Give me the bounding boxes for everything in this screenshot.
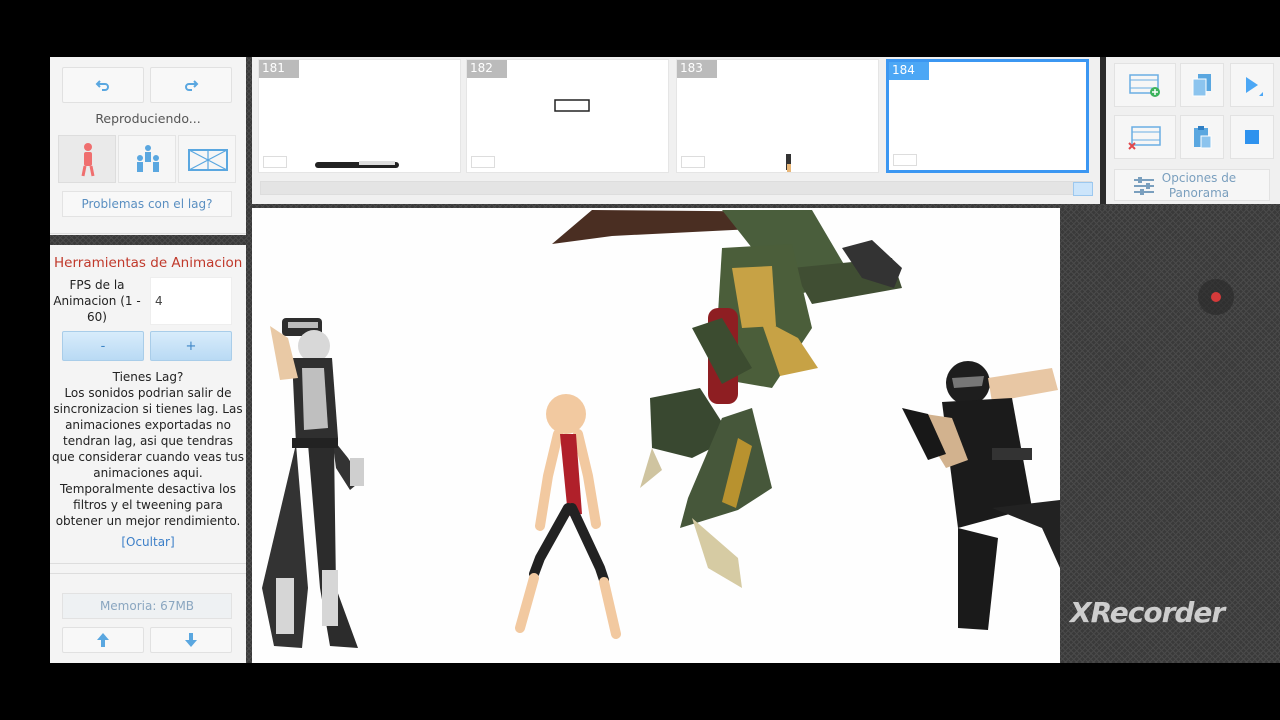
add-frame-button[interactable] xyxy=(1114,63,1176,107)
frame-mini-icon xyxy=(893,154,917,166)
stop-button[interactable] xyxy=(1230,115,1274,159)
play-button[interactable] xyxy=(1230,63,1274,107)
figure-stickman-red xyxy=(515,394,621,639)
offstage-area xyxy=(1060,208,1280,663)
frame-preview xyxy=(315,161,399,168)
frame-thumb-selected[interactable]: 184 xyxy=(886,59,1089,173)
divider xyxy=(50,573,246,574)
frame-preview xyxy=(554,99,590,112)
add-frame-icon xyxy=(1129,74,1160,97)
paste-frame-button[interactable] xyxy=(1180,115,1224,159)
scene-mode-icon xyxy=(188,149,228,171)
figure-mode-button[interactable] xyxy=(58,135,116,183)
frame-preview xyxy=(786,154,791,172)
memory-indicator: Memoria: 67MB xyxy=(62,593,232,619)
figure-warrior-green xyxy=(552,210,902,588)
fps-increase-button[interactable]: + xyxy=(150,331,232,361)
right-panel: Opciones de Panorama xyxy=(1106,57,1280,204)
figure-mode-icon xyxy=(81,143,95,177)
lag-info-body: Los sonidos podrian salir de sincronizac… xyxy=(52,386,244,528)
redo-button[interactable] xyxy=(150,67,232,103)
app-window: Reproduciendo... Problemas con el lag? H… xyxy=(50,57,1280,663)
move-up-button[interactable] xyxy=(62,627,144,653)
group-mode-icon xyxy=(137,145,159,172)
delete-frame-icon xyxy=(1128,126,1161,150)
panorama-options-button[interactable]: Opciones de Panorama xyxy=(1114,169,1270,201)
playing-status: Reproduciendo... xyxy=(95,111,201,126)
divider xyxy=(50,235,246,245)
lag-problems-button[interactable]: Problemas con el lag? xyxy=(62,191,232,217)
delete-frame-button[interactable] xyxy=(1114,115,1176,159)
panorama-label: Opciones de Panorama xyxy=(1161,171,1237,200)
copy-icon xyxy=(1192,74,1211,97)
fps-label: FPS de la Animacion (1 - 60) xyxy=(53,278,141,324)
copy-frame-button[interactable] xyxy=(1180,63,1224,107)
hide-link[interactable]: [Ocultar] xyxy=(50,535,246,549)
divider xyxy=(50,233,246,234)
scene-mode-button[interactable] xyxy=(178,135,236,183)
group-mode-button[interactable] xyxy=(118,135,176,183)
figure-ninja-gray xyxy=(262,318,364,648)
play-icon xyxy=(1246,77,1263,96)
redo-icon xyxy=(185,80,199,91)
fps-input[interactable]: 4 xyxy=(150,277,232,325)
left-panel: Reproduciendo... Problemas con el lag? H… xyxy=(50,57,246,663)
fps-decrease-button[interactable]: - xyxy=(62,331,144,361)
recorder-watermark: XRecorder xyxy=(1070,596,1225,629)
lag-info-heading: Tienes Lag? xyxy=(112,370,184,384)
undo-button[interactable] xyxy=(62,67,144,103)
scrollbar-thumb[interactable] xyxy=(1073,182,1093,196)
divider xyxy=(50,563,246,564)
move-down-button[interactable] xyxy=(150,627,232,653)
stop-icon xyxy=(1245,130,1259,144)
animation-canvas[interactable] xyxy=(252,208,1060,663)
record-button[interactable] xyxy=(1198,279,1234,315)
frame-number: 184 xyxy=(889,62,929,80)
lag-info: Tienes Lag? Los sonidos podrian salir de… xyxy=(50,369,246,529)
frames-scrollbar[interactable] xyxy=(260,181,1093,196)
frame-thumb[interactable]: 181 xyxy=(258,59,461,173)
figure-ninja-black xyxy=(902,361,1060,630)
sliders-icon xyxy=(1134,177,1154,195)
frames-timeline: 181 182 183 184 xyxy=(252,57,1100,204)
arrow-up-icon xyxy=(97,633,109,647)
frame-thumb[interactable]: 183 xyxy=(676,59,879,173)
paste-icon xyxy=(1194,126,1212,149)
stage-drawing xyxy=(262,210,1060,648)
frame-thumb[interactable]: 182 xyxy=(466,59,669,173)
arrow-down-icon xyxy=(185,633,197,647)
undo-icon xyxy=(95,80,109,91)
animation-tools-title: Herramientas de Animacion xyxy=(54,255,243,271)
